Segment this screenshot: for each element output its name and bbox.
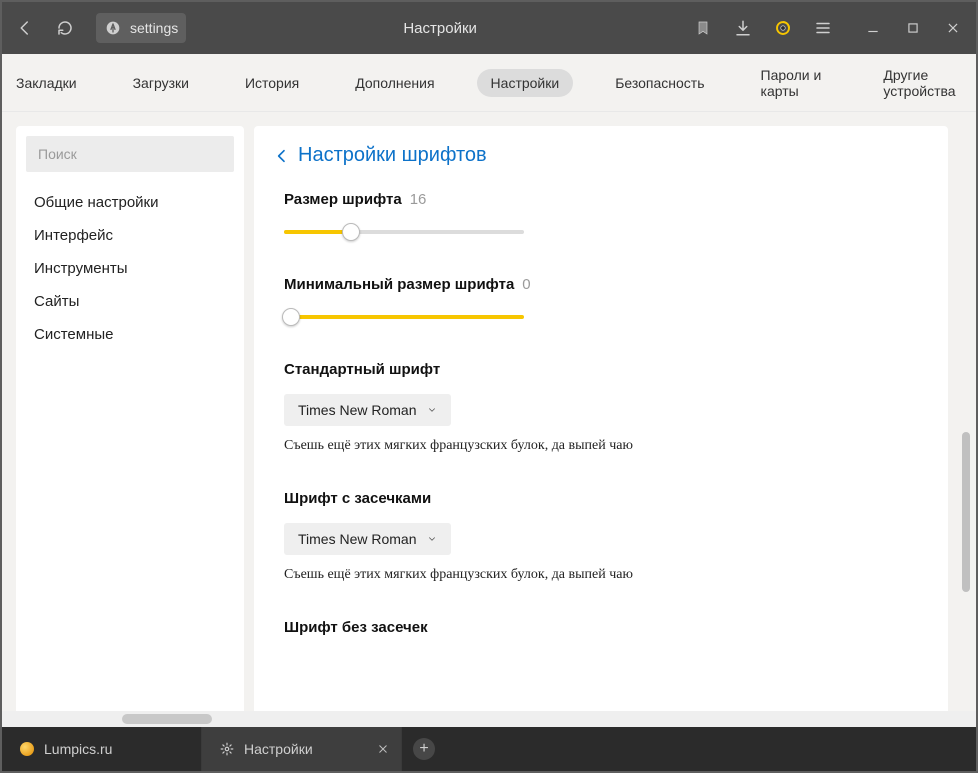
new-tab-button[interactable]: + [402,727,446,771]
standard-font-label: Стандартный шрифт [284,361,440,378]
content-header-title: Настройки шрифтов [298,144,487,167]
browser-tab-label: Настройки [244,741,313,757]
browser-window: settings Настройки [0,0,978,773]
vertical-scrollbar[interactable] [958,112,972,711]
titlebar: settings Настройки [2,2,976,54]
serif-font-dropdown[interactable]: Times New Roman [284,523,451,555]
url-text: settings [130,20,178,36]
minimize-icon[interactable] [864,19,882,37]
chevron-down-icon [427,534,437,544]
tab-passwords[interactable]: Пароли и карты [747,61,842,105]
sidebar-item-interface[interactable]: Интерфейс [16,219,244,252]
extension-icon[interactable] [774,19,792,37]
chevron-down-icon [427,405,437,415]
tab-strip: Lumpics.ru Настройки + [2,727,976,771]
page-title: Настройки [208,20,672,37]
sans-font-label: Шрифт без засечек [284,619,428,636]
sidebar-item-sites[interactable]: Сайты [16,285,244,318]
tab-security[interactable]: Безопасность [601,69,718,97]
tab-history[interactable]: История [231,69,313,97]
tab-other-devices[interactable]: Другие устройства [869,61,976,105]
url-box[interactable]: settings [96,13,186,43]
titlebar-left: settings [16,13,186,43]
serif-font-sample: Съешь ещё этих мягких французских булок,… [284,567,924,583]
font-size-value: 16 [410,191,427,208]
section-sans-font: Шрифт без засечек [284,619,924,636]
body: Поиск Общие настройки Интерфейс Инструме… [2,112,976,711]
standard-font-sample: Съешь ещё этих мягких французских булок,… [284,438,924,454]
section-min-font-size: Минимальный размер шрифта 0 [284,276,924,325]
reload-icon[interactable] [56,19,74,37]
font-size-slider[interactable] [284,224,524,240]
browser-tab-label: Lumpics.ru [44,741,112,757]
section-serif-font: Шрифт с засечками Times New Roman Съешь … [284,490,924,583]
tab-downloads[interactable]: Загрузки [119,69,203,97]
horizontal-scrollbar[interactable] [2,711,976,727]
menu-icon[interactable] [814,19,832,37]
nav-tabs: Закладки Загрузки История Дополнения Нас… [2,54,976,112]
sidebar-item-tools[interactable]: Инструменты [16,252,244,285]
serif-font-label: Шрифт с засечками [284,490,431,507]
font-size-label: Размер шрифта [284,191,402,208]
standard-font-dropdown[interactable]: Times New Roman [284,394,451,426]
tab-bookmarks[interactable]: Закладки [2,69,91,97]
sidebar-item-system[interactable]: Системные [16,318,244,351]
close-icon[interactable] [944,19,962,37]
tab-settings[interactable]: Настройки [477,69,574,97]
bookmark-icon[interactable] [694,19,712,37]
min-font-size-value: 0 [522,276,530,293]
content-panel: Настройки шрифтов Размер шрифта 16 Миним… [254,126,948,711]
content-header[interactable]: Настройки шрифтов [274,144,924,167]
download-icon[interactable] [734,19,752,37]
sidebar: Поиск Общие настройки Интерфейс Инструме… [16,126,244,711]
yandex-logo-icon [104,19,122,37]
favicon-icon [20,742,34,756]
maximize-icon[interactable] [904,19,922,37]
serif-font-selected: Times New Roman [298,531,417,547]
standard-font-selected: Times New Roman [298,402,417,418]
titlebar-right [694,19,962,37]
min-font-size-label: Минимальный размер шрифта [284,276,514,293]
chevron-left-icon [274,148,290,164]
tab-addons[interactable]: Дополнения [341,69,448,97]
tab-close-icon[interactable] [377,743,389,755]
browser-tab-lumpics[interactable]: Lumpics.ru [2,727,202,771]
search-input[interactable]: Поиск [26,136,234,172]
gear-icon [220,742,234,756]
browser-tab-settings[interactable]: Настройки [202,727,402,771]
section-font-size: Размер шрифта 16 [284,191,924,240]
sidebar-item-general[interactable]: Общие настройки [16,186,244,219]
section-standard-font: Стандартный шрифт Times New Roman Съешь … [284,361,924,454]
back-icon[interactable] [16,19,34,37]
min-font-size-slider[interactable] [284,309,524,325]
window-buttons [864,19,962,37]
plus-icon: + [419,740,428,758]
